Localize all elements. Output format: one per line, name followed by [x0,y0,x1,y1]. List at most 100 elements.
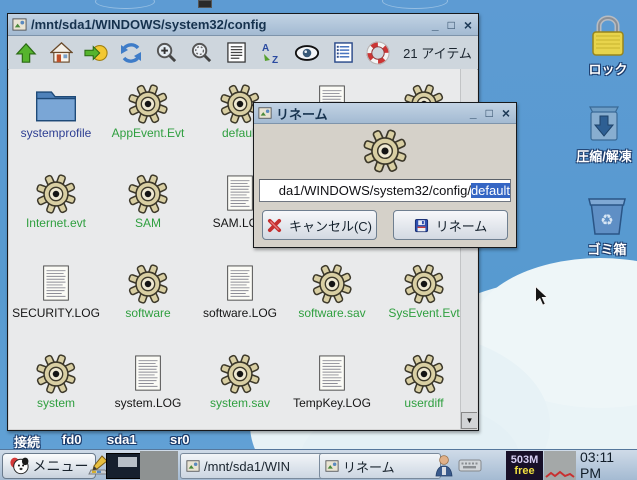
desktop-icon-trash[interactable]: ♻ ゴミ箱 [575,192,637,258]
gear-icon [127,261,169,305]
gear-icon [311,261,353,305]
maximize-icon[interactable]: □ [486,106,493,120]
puppy-menu-icon [10,457,29,475]
rename-selected-text: default [471,183,510,198]
maximize-icon[interactable]: □ [448,18,455,32]
svg-text:A: A [262,43,269,54]
file-item[interactable]: userdiff [378,351,470,429]
cancel-x-icon [267,218,282,233]
file-item[interactable]: SysEvent.Evt [378,261,470,351]
rename-input[interactable]: da1/WINDOWS/system32/config/default [259,179,511,202]
file-item[interactable]: Internet.evt [10,171,102,261]
gear-icon [127,171,169,215]
refresh-icon[interactable] [119,40,143,66]
svg-text:Z: Z [272,55,278,65]
file-item[interactable]: systemprofile [10,81,102,171]
task-label: リネーム [343,457,395,476]
file-item[interactable]: software.sav [286,261,378,351]
folder-icon [33,81,79,125]
scroll-down-icon[interactable]: ▼ [461,412,477,429]
window-icon [12,17,27,32]
desktop-icon-archive[interactable]: 圧縮/解凍 [572,103,636,165]
taskbar: メニュー /mnt/sda1/WIN リネーム [0,449,637,480]
desktop-device-sda1[interactable]: sda1 [107,432,137,447]
dialog-icon [258,106,272,120]
pager-window [118,457,137,467]
cloud-outline [95,0,155,9]
doc-icon [129,351,167,395]
file-manager-toolbar: AZ 21 アイテム [8,36,478,70]
task-button-rename[interactable]: リネーム [319,453,441,479]
clock: 03:11 PM [580,453,637,477]
rename-dialog: リネーム _ □ × da1/WINDOWS/system32/config/d… [253,102,517,248]
free-space-unit: free [514,466,534,477]
desktop-device-fd0[interactable]: fd0 [62,432,82,447]
desktop-icon-label: 圧縮/解凍 [576,146,632,165]
trash-icon: ♻ [585,192,629,238]
cancel-button[interactable]: キャンセル(C) [262,210,377,240]
minimize-icon[interactable]: _ [432,18,439,32]
keyboard-tray-icon[interactable] [458,453,482,477]
item-count-label: 21 アイテム [403,43,472,62]
free-space-indicator: 503M free [506,451,543,480]
dialog-title: リネーム [276,104,470,123]
details-view-icon[interactable] [331,40,355,66]
gear-icon [35,171,77,215]
gear-icon [403,351,445,395]
file-item[interactable]: AppEvent.Evt [102,81,194,171]
doc-icon [313,351,351,395]
help-buoy-icon[interactable] [366,40,390,66]
close-icon[interactable]: × [502,106,510,120]
rename-confirm-label: リネーム [436,216,488,235]
gear-icon [127,81,169,125]
gear-icon [219,351,261,395]
file-item[interactable]: SECURITY.LOG [10,261,102,351]
zoom-in-icon[interactable] [154,40,178,66]
gear-icon [403,261,445,305]
task-window-icon [325,459,339,473]
file-item[interactable]: software [102,261,194,351]
go-icon[interactable] [84,40,108,66]
rename-confirm-button[interactable]: リネーム [393,210,508,240]
up-arrow-icon[interactable] [14,40,38,66]
desktop-pager[interactable] [106,453,142,479]
file-item[interactable]: system [10,351,102,429]
desktop-device-sr0[interactable]: sr0 [170,432,190,447]
archive-icon [584,103,624,145]
doc-icon [37,261,75,305]
cpu-monitor [544,451,576,480]
home-icon[interactable] [49,40,73,66]
sort-az-icon[interactable]: AZ [259,40,283,66]
file-manager-titlebar[interactable]: /mnt/sda1/WINDOWS/system32/config _ □ × [8,14,478,36]
desktop-icon-label: ゴミ箱 [587,239,626,258]
mouse-cursor [533,286,551,308]
task-window-icon [186,459,200,473]
rename-path-text: da1/WINDOWS/system32/config/ [279,183,471,198]
cancel-label: キャンセル(C) [289,216,372,235]
tray-spacer [140,451,178,480]
free-space-value: 503M [511,455,539,466]
user-tray-icon[interactable] [434,453,454,477]
eye-icon[interactable] [294,40,320,66]
close-icon[interactable]: × [464,18,472,32]
file-item[interactable]: SAM [102,171,194,261]
desktop-icon-label: ロック [588,59,627,78]
svg-text:♻: ♻ [600,212,613,229]
file-item[interactable]: system.LOG [102,351,194,429]
task-label: /mnt/sda1/WIN [204,459,290,474]
rename-dialog-titlebar[interactable]: リネーム _ □ × [254,103,516,124]
background-window-fragment [198,0,212,8]
zoom-normal-icon[interactable] [189,40,213,66]
desktop-icon-lock[interactable]: ロック [576,12,637,78]
minimize-icon[interactable]: _ [470,106,477,120]
list-view-icon[interactable] [224,40,248,66]
task-button-filer[interactable]: /mnt/sda1/WIN [180,453,328,479]
file-item[interactable]: software.LOG [194,261,286,351]
cloud-outline [382,0,448,9]
menu-label: メニュー [33,456,89,476]
file-item[interactable]: TempKey.LOG [286,351,378,429]
file-item[interactable]: system.sav [194,351,286,429]
floppy-icon [414,218,429,233]
menu-button[interactable]: メニュー [2,453,96,479]
window-title: /mnt/sda1/WINDOWS/system32/config [31,17,432,32]
